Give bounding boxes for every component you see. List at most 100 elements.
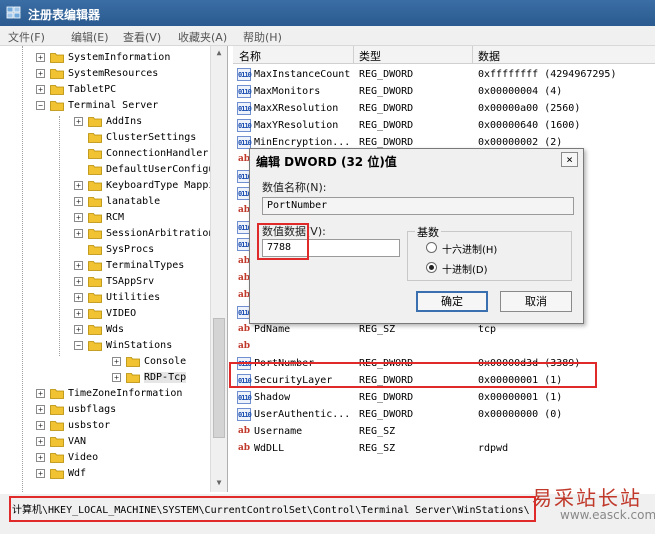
expand-toggle-icon[interactable]: + [74, 277, 83, 286]
tree-item-label: Video [68, 452, 99, 463]
folder-icon [50, 53, 64, 63]
expand-toggle-icon[interactable]: + [36, 469, 45, 478]
folder-icon [88, 293, 102, 303]
value-data: tcp [478, 324, 497, 335]
value-name: MinEncryption... [254, 137, 351, 148]
menu-favorites[interactable]: 收藏夹(A) [178, 29, 227, 45]
folder-icon [50, 69, 64, 79]
column-separator[interactable] [472, 46, 473, 64]
binary-value-icon: 0110 [237, 119, 252, 132]
expand-toggle-icon[interactable]: + [74, 117, 83, 126]
column-separator[interactable] [353, 46, 354, 64]
scroll-down-icon[interactable]: ▼ [214, 478, 224, 488]
expand-toggle-icon[interactable]: + [36, 53, 45, 62]
list-row[interactable]: 0110 MaxYResolution REG_DWORD 0x00000640 (1… [233, 117, 655, 134]
expand-toggle-icon[interactable]: + [74, 325, 83, 334]
tree-item-label: SessionArbitrationHe [106, 228, 227, 239]
tree-item-label: usbstor [68, 420, 111, 431]
list-header: 名称 类型 数据 [233, 46, 655, 64]
list-row[interactable]: 0110 Shadow REG_DWORD 0x00000001 (1) [233, 389, 655, 406]
radio-button[interactable] [426, 242, 437, 253]
radio-button-selected[interactable] [426, 262, 437, 273]
watermark-url: www.easck.com [560, 508, 655, 522]
menu-file[interactable]: 文件(F) [8, 29, 45, 45]
list-row[interactable]: 0110 UserAuthentic... REG_DWORD 0x00000000 … [233, 406, 655, 423]
scroll-thumb[interactable] [213, 318, 225, 438]
watermark-logo: 易采站长站 [532, 486, 642, 510]
folder-icon [50, 85, 64, 95]
title-bar: 注册表编辑器 [0, 0, 655, 26]
tree-scrollbar[interactable]: ▲ ▼ [210, 46, 227, 492]
tree-item-label: RDP-Tcp [144, 372, 187, 383]
expand-toggle-icon[interactable]: + [112, 357, 121, 366]
column-data[interactable]: 数据 [478, 48, 500, 64]
expand-toggle-icon[interactable]: + [74, 229, 83, 238]
list-row[interactable]: 0110 MaxXResolution REG_DWORD 0x00000a00 (2… [233, 100, 655, 117]
radio-decimal[interactable]: 十进制(D) [426, 261, 566, 276]
list-row[interactable]: 0110 MaxInstanceCount REG_DWORD 0xffffffff … [233, 66, 655, 83]
value-type: REG_SZ [359, 443, 396, 454]
tree-item-label: Wds [106, 324, 125, 335]
menu-edit[interactable]: 编辑(E) [71, 29, 109, 45]
value-data: 0xffffffff (4294967295) [478, 69, 617, 80]
expand-toggle-icon[interactable]: + [36, 421, 45, 430]
tree-item-label: Wdf [68, 468, 87, 479]
column-type[interactable]: 类型 [359, 48, 381, 64]
expand-toggle-icon[interactable]: + [74, 197, 83, 206]
value-name: Shadow [254, 392, 291, 403]
ok-button[interactable]: 确定 [416, 291, 488, 312]
tree-guide-line [59, 116, 60, 356]
expand-toggle-icon[interactable]: + [74, 293, 83, 302]
dialog-title: 编辑 DWORD (32 位)值 [256, 155, 397, 169]
expand-toggle-icon[interactable]: + [36, 389, 45, 398]
tree-item-label: Console [144, 356, 187, 367]
menu-bar: 文件(F) 编辑(E) 查看(V) 收藏夹(A) 帮助(H) [0, 26, 655, 46]
expand-toggle-icon[interactable]: + [74, 261, 83, 270]
radio-hexadecimal-label: 十六进制(H) [442, 245, 498, 256]
expand-toggle-icon[interactable]: + [36, 453, 45, 462]
list-row[interactable]: 0110 MaxMonitors REG_DWORD 0x00000004 (4) [233, 83, 655, 100]
highlight-value-data [257, 223, 309, 260]
list-row[interactable]: ab Username REG_SZ [233, 423, 655, 440]
expand-toggle-icon[interactable]: + [74, 213, 83, 222]
tree-item-label: SystemResources [68, 68, 159, 79]
folder-icon [126, 373, 140, 383]
column-name[interactable]: 名称 [239, 48, 261, 64]
expand-toggle-icon[interactable]: + [36, 69, 45, 78]
expand-toggle-icon[interactable]: + [36, 85, 45, 94]
expand-toggle-icon[interactable]: + [74, 309, 83, 318]
scroll-up-icon[interactable]: ▲ [214, 48, 224, 58]
expand-toggle-icon[interactable]: + [74, 181, 83, 190]
folder-icon [126, 357, 140, 367]
tree-item-label: TimeZoneInformation [68, 388, 183, 399]
folder-icon [88, 277, 102, 287]
list-row[interactable]: ab WdDLL REG_SZ rdpwd [233, 440, 655, 457]
folder-icon [88, 197, 102, 207]
radio-hexadecimal[interactable]: 十六进制(H) [426, 241, 566, 256]
expand-toggle-icon[interactable]: + [112, 373, 121, 382]
menu-help[interactable]: 帮助(H) [243, 29, 282, 45]
expand-toggle-icon[interactable]: − [74, 341, 83, 350]
registry-tree[interactable]: + SystemInformation + SystemResources + Table… [0, 46, 228, 492]
expand-toggle-icon[interactable]: + [36, 437, 45, 446]
menu-view[interactable]: 查看(V) [123, 29, 161, 45]
tree-item-label: WinStations [106, 340, 173, 351]
cancel-button[interactable]: 取消 [500, 291, 572, 312]
value-type: REG_DWORD [359, 409, 414, 420]
tree-item-label: DefaultUserConfigura [106, 164, 227, 175]
tree-item-label: ConnectionHandler [106, 148, 209, 159]
expand-toggle-icon[interactable]: − [36, 101, 45, 110]
base-groupbox: 基数 十六进制(H) 十进制(D) [407, 224, 572, 281]
tree-item-label: VIDEO [106, 308, 137, 319]
binary-value-icon: 0110 [237, 391, 252, 404]
list-row[interactable]: ab [233, 338, 655, 355]
expand-toggle-icon[interactable]: + [36, 405, 45, 414]
close-icon[interactable]: × [561, 152, 578, 167]
tree-item-label: TabletPC [68, 84, 117, 95]
tree-item-label: ClusterSettings [106, 132, 197, 143]
folder-icon [88, 181, 102, 191]
string-value-icon: ab [237, 443, 251, 453]
binary-value-icon: 0110 [237, 85, 252, 98]
folder-icon [88, 341, 102, 351]
base-label: 基数 [415, 224, 441, 240]
